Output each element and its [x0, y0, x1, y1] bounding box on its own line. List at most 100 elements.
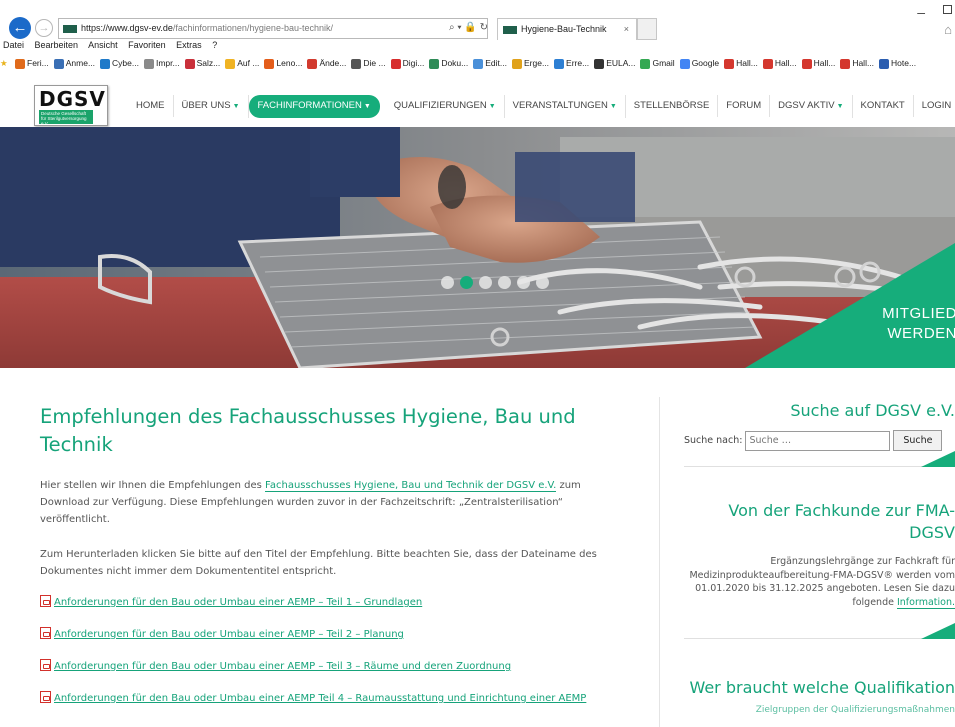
favorite-item[interactable]: Edit...	[473, 55, 507, 72]
mitglied-werden-text[interactable]: MITGLIED WERDEN	[882, 304, 955, 344]
search-form: Suche nach: Suche	[684, 430, 955, 451]
nav-item-forum[interactable]: FORUM	[718, 95, 771, 117]
nav-item-stellenb-rse[interactable]: STELLENBÖRSE	[626, 95, 719, 117]
favorite-label: Edit...	[485, 58, 507, 68]
favorite-item[interactable]: Feri...	[15, 55, 49, 72]
favorite-favicon-icon	[640, 58, 651, 69]
favorite-item[interactable]: Cybe...	[100, 55, 139, 72]
favorite-label: Erre...	[566, 58, 590, 68]
favorite-item[interactable]: Leno...	[264, 55, 302, 72]
favorite-label: Salz...	[196, 58, 221, 68]
nav-item-login[interactable]: LOGIN	[914, 95, 955, 117]
favorite-favicon-icon	[724, 58, 735, 69]
back-arrow-icon[interactable]: ←	[9, 17, 31, 39]
favorite-item[interactable]: Google	[679, 55, 719, 72]
cta-line-2: WERDEN	[887, 325, 955, 342]
document-title: Anforderungen für den Bau oder Umbau ein…	[54, 693, 587, 704]
forward-arrow-icon[interactable]: →	[35, 19, 53, 37]
document-list: Anforderungen für den Bau oder Umbau ein…	[40, 594, 630, 708]
fachausschuss-link[interactable]: Fachausschusses Hygiene, Bau und Technik…	[265, 480, 557, 492]
menu-ansicht[interactable]: Ansicht	[88, 40, 118, 50]
favorite-item[interactable]: Auf ...	[225, 55, 259, 72]
nav-item-home[interactable]: HOME	[128, 95, 174, 117]
favorite-favicon-icon	[762, 58, 773, 69]
favorite-item[interactable]: Hote...	[879, 55, 916, 72]
slider-dot[interactable]	[441, 276, 454, 289]
nav-item-qualifizierungen[interactable]: QUALIFIZIERUNGEN ▼	[386, 94, 505, 118]
address-bar[interactable]: https://www.dgsv-ev.de/fachinformationen…	[58, 18, 488, 39]
favorite-item[interactable]: Impr...	[143, 55, 180, 72]
favorite-item[interactable]: Gmail	[640, 55, 675, 72]
download-instructions: Zum Herunterladen klicken Sie bitte auf …	[40, 549, 597, 577]
fachkunde-title: Von der Fachkunde zur FMA-DGSV	[728, 501, 955, 542]
pdf-icon	[40, 659, 51, 671]
minimize-icon[interactable]: –	[917, 4, 925, 20]
favorite-item[interactable]: Anme...	[53, 55, 95, 72]
favorite-item[interactable]: Die ...	[351, 55, 386, 72]
favorite-item[interactable]: Erre...	[554, 55, 589, 72]
favorite-item[interactable]: Hall...	[840, 55, 874, 72]
slider-dots	[441, 276, 555, 289]
favorite-item[interactable]: EULA...	[594, 55, 635, 72]
favorite-favicon-icon	[429, 58, 440, 69]
maximize-icon[interactable]	[943, 5, 952, 14]
nav-item-veranstaltungen[interactable]: VERANSTALTUNGEN ▼	[505, 94, 626, 118]
nav-item--ber-uns[interactable]: ÜBER UNS ▼	[174, 94, 249, 118]
search-button[interactable]: Suche	[893, 430, 943, 451]
favorite-item[interactable]: Salz...	[184, 55, 221, 72]
favorite-item[interactable]: Digi...	[390, 55, 424, 72]
favorite-label: Cybe...	[112, 58, 139, 68]
new-tab-button[interactable]	[637, 18, 657, 40]
slider-dot[interactable]	[460, 276, 473, 289]
fachkunde-info-link[interactable]: Information.	[896, 596, 955, 609]
favorite-label: Hall...	[852, 58, 875, 68]
menu-favoriten[interactable]: Favoriten	[128, 40, 166, 50]
favorites-star-icon[interactable]: ★	[0, 55, 8, 72]
favorite-item[interactable]: Hall...	[801, 55, 835, 72]
favorite-favicon-icon	[554, 58, 565, 69]
url-prefix: https://www.	[81, 23, 130, 33]
search-widget-title: Suche auf DGSV e.V.	[790, 401, 955, 420]
dgsv-logo[interactable]: DGSV Deutsche Gesellschaft für Sterilgut…	[34, 85, 108, 126]
tab-close-icon[interactable]: ×	[624, 19, 629, 40]
logo-subtitle: Deutsche Gesellschaft für Sterilgutverso…	[39, 110, 93, 126]
favorite-item[interactable]: Doku...	[429, 55, 468, 72]
document-title: Anforderungen für den Bau oder Umbau ein…	[54, 597, 423, 608]
menu-help[interactable]: ?	[212, 40, 217, 50]
document-link[interactable]: Anforderungen für den Bau oder Umbau ein…	[40, 626, 630, 644]
slider-dot[interactable]	[498, 276, 511, 289]
chevron-down-icon: ▼	[232, 102, 240, 110]
favorite-item[interactable]: Hall...	[762, 55, 797, 72]
home-icon[interactable]: ⌂	[944, 22, 952, 37]
favorite-item[interactable]: Ände...	[307, 55, 346, 72]
menu-extras[interactable]: Extras	[176, 40, 202, 50]
slider-dot[interactable]	[536, 276, 549, 289]
qualifikation-subtitle[interactable]: Zielgruppen der Qualifizierungsmaßnahmen	[684, 705, 955, 715]
menu-bearbeiten[interactable]: Bearbeiten	[35, 40, 79, 50]
nav-item-dgsv-aktiv[interactable]: DGSV AKTIV ▼	[770, 94, 853, 118]
document-link[interactable]: Anforderungen für den Bau oder Umbau ein…	[40, 658, 630, 676]
document-link[interactable]: Anforderungen für den Bau oder Umbau ein…	[40, 594, 630, 612]
tab-active[interactable]: Hygiene-Bau-Technik ×	[497, 18, 637, 40]
fachkunde-text: Ergänzungslehrgänge zur Fachkraft für Me…	[684, 555, 955, 609]
tab-favicon-icon	[503, 25, 517, 34]
search-label: Suche nach:	[684, 435, 743, 446]
document-link[interactable]: Anforderungen für den Bau oder Umbau ein…	[40, 690, 630, 708]
nav-item-fachinformationen[interactable]: FACHINFORMATIONEN ▼	[248, 94, 380, 118]
favorite-item[interactable]: Hall...	[724, 55, 758, 72]
cta-line-1: MITGLIED	[882, 305, 955, 322]
slider-dot[interactable]	[479, 276, 492, 289]
favorite-item[interactable]: Erge...	[511, 55, 549, 72]
search-input[interactable]	[745, 430, 891, 451]
hero-slider: MITGLIED WERDEN	[0, 127, 955, 368]
qualifikation-title: Wer braucht welche Qualifikation	[689, 678, 955, 697]
address-tools[interactable]: ⌕ ▾ 🔒 ↻	[449, 22, 488, 33]
widget-divider	[684, 609, 955, 639]
nav-item-kontakt[interactable]: KONTAKT	[853, 95, 914, 117]
menu-datei[interactable]: Datei	[3, 40, 24, 50]
favorite-label: EULA...	[606, 58, 636, 68]
favorite-favicon-icon	[53, 58, 64, 69]
nav-item-label: HOME	[136, 100, 165, 111]
slider-dot[interactable]	[517, 276, 530, 289]
favorite-favicon-icon	[473, 58, 484, 69]
